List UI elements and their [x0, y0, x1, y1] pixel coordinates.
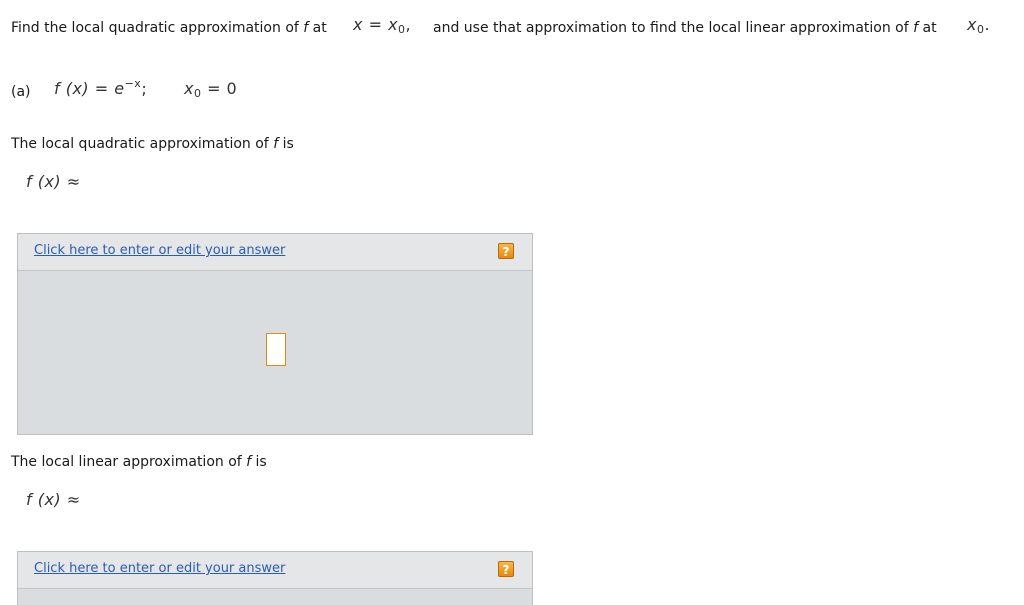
- f-symbol: f: [303, 20, 309, 36]
- x-equals-x0: x = x0,: [353, 15, 412, 36]
- part-a-fx: f (x) = e: [54, 79, 125, 98]
- equals-sign: =: [368, 15, 383, 34]
- intro-text-2: and use that approximation to find the l…: [433, 20, 909, 36]
- quadratic-is: is: [282, 136, 294, 152]
- part-a-x0-subscript: 0: [193, 87, 202, 100]
- f-symbol-2: f: [913, 20, 919, 36]
- quadratic-answer-link[interactable]: Click here to enter or edit your answer: [34, 243, 285, 258]
- x-var: x: [353, 15, 363, 34]
- quadratic-f-symbol: f: [273, 136, 279, 152]
- x0-subscript: 0: [398, 23, 406, 36]
- linear-prompt-text: The local linear approximation of: [11, 454, 242, 470]
- linear-lhs: f (x) ≈: [26, 490, 81, 509]
- part-a-label: (a): [11, 84, 31, 100]
- quadratic-prompt: The local quadratic approximation of f i…: [11, 135, 294, 153]
- period: .: [984, 15, 991, 34]
- part-a-exponent: −x: [124, 77, 142, 90]
- linear-prompt: The local linear approximation of f is: [11, 453, 267, 471]
- linear-is: is: [255, 454, 267, 470]
- quadratic-prompt-text: The local quadratic approximation of: [11, 136, 269, 152]
- quadratic-answer-header: Click here to enter or edit your answer …: [18, 234, 532, 271]
- at-text-2: at: [922, 20, 937, 36]
- x0-var: x: [388, 15, 399, 34]
- linear-answer-link[interactable]: Click here to enter or edit your answer: [34, 561, 285, 576]
- problem-statement-2: and use that approximation to find the l…: [433, 19, 937, 37]
- problem-statement: Find the local quadratic approximation o…: [11, 19, 327, 37]
- x0-end: x0.: [967, 15, 991, 35]
- quadratic-answer-box[interactable]: Click here to enter or edit your answer …: [17, 233, 533, 435]
- at-text: at: [312, 20, 327, 36]
- part-a-x0: x0 = 0: [184, 79, 238, 100]
- quadratic-lhs: f (x) ≈: [26, 172, 81, 191]
- intro-text-1: Find the local quadratic approximation o…: [11, 20, 299, 36]
- part-a-x0-var: x: [184, 79, 194, 98]
- linear-help-icon[interactable]: ?: [498, 561, 514, 577]
- linear-answer-header: Click here to enter or edit your answer …: [18, 552, 532, 589]
- quadratic-answer-input[interactable]: [266, 333, 286, 366]
- comma: ,: [405, 15, 412, 34]
- part-a-function: f (x) = e−x;: [54, 77, 148, 98]
- part-a-x0-value: = 0: [207, 79, 238, 98]
- part-a-semicolon: ;: [141, 79, 148, 98]
- x0-var-2: x: [967, 15, 977, 34]
- linear-f-symbol: f: [246, 454, 252, 470]
- linear-answer-box[interactable]: Click here to enter or edit your answer …: [17, 551, 533, 605]
- quadratic-help-icon[interactable]: ?: [498, 243, 514, 259]
